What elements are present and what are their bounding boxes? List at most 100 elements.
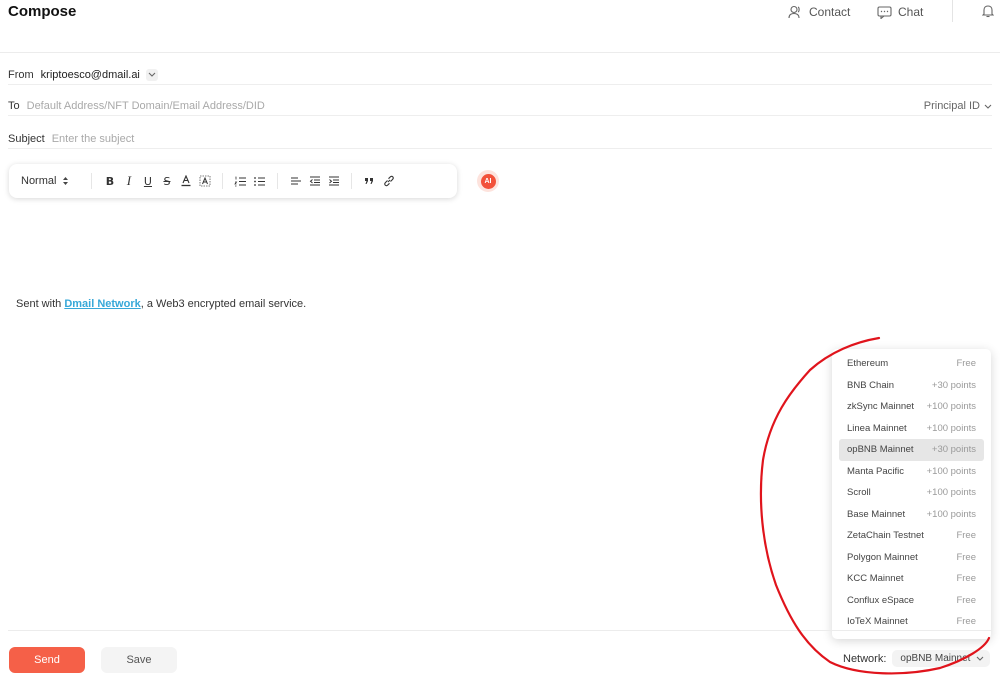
save-button[interactable]: Save: [101, 647, 177, 673]
network-option-points: Free: [956, 530, 976, 542]
footer-divider: [8, 630, 992, 631]
from-label: From: [8, 68, 34, 81]
ordered-list-button[interactable]: [231, 171, 250, 191]
network-option-points: +100 points: [926, 401, 976, 413]
contact-button[interactable]: Contact: [788, 5, 850, 19]
network-option-points: Free: [956, 594, 976, 606]
chat-button[interactable]: Chat: [877, 5, 923, 19]
network-option[interactable]: Scroll +100 points: [839, 482, 984, 504]
from-dropdown-button[interactable]: [145, 68, 158, 81]
network-selector: Network: opBNB Mainnet: [843, 650, 991, 667]
network-option[interactable]: ZetaChain Testnet Free: [839, 525, 984, 547]
network-option[interactable]: KCC Mainnet Free: [839, 568, 984, 590]
toolbar-divider: [351, 173, 353, 189]
chat-label: Chat: [898, 5, 924, 19]
network-option-name: Manta Pacific: [847, 465, 905, 477]
indent-button[interactable]: [324, 171, 343, 191]
network-option-points: +100 points: [926, 508, 976, 520]
ai-icon: AI: [480, 173, 496, 189]
chevron-down-icon: [148, 72, 156, 77]
signature-prefix: Sent with: [16, 298, 65, 310]
bullet-list-icon: [254, 176, 266, 186]
network-option-name: Ethereum: [847, 358, 889, 370]
chevron-down-icon: [977, 656, 984, 661]
editor-toolbar: Normal B I U S: [9, 164, 457, 198]
subject-input[interactable]: [51, 132, 652, 145]
format-select-value: Normal: [21, 175, 57, 187]
network-option-name: Base Mainnet: [847, 508, 906, 520]
network-option-points: Free: [956, 551, 976, 563]
to-label: To: [8, 99, 20, 112]
network-option-name: KCC Mainnet: [847, 573, 904, 585]
underline-button[interactable]: U: [138, 171, 157, 191]
network-option-points: +100 points: [926, 465, 976, 477]
network-option-points: +100 points: [926, 422, 976, 434]
link-button[interactable]: [379, 171, 398, 191]
network-option-points: Free: [956, 616, 976, 628]
network-option-name: Conflux eSpace: [847, 594, 915, 606]
signature-suffix: , a Web3 encrypted email service.: [140, 298, 307, 310]
from-address: kriptoesco@dmail.ai: [40, 68, 140, 81]
format-select[interactable]: Normal: [21, 175, 69, 187]
network-option-points: +30 points: [931, 444, 976, 456]
network-option-name: opBNB Mainnet: [847, 444, 914, 456]
principal-id-dropdown[interactable]: Principal ID: [924, 100, 992, 112]
sort-arrows-icon: [63, 177, 69, 185]
network-option-points: +30 points: [931, 379, 976, 391]
chat-icon: [877, 5, 892, 19]
subject-row: Subject: [8, 129, 992, 149]
principal-id-label: Principal ID: [923, 100, 980, 112]
quote-icon: [365, 178, 374, 184]
indent-icon: [328, 176, 339, 186]
align-button[interactable]: [286, 171, 305, 191]
network-select[interactable]: opBNB Mainnet: [892, 650, 991, 667]
network-option[interactable]: BNB Chain +30 points: [839, 375, 984, 397]
ordered-list-icon: [234, 176, 247, 186]
network-option[interactable]: Conflux eSpace Free: [839, 590, 984, 612]
to-input[interactable]: [26, 99, 627, 112]
link-icon: [384, 175, 394, 187]
ai-assistant-button[interactable]: AI: [477, 170, 499, 192]
bell-icon[interactable]: [981, 4, 995, 21]
from-row: From kriptoesco@dmail.ai: [8, 65, 992, 85]
toolbar-divider: [277, 173, 279, 189]
subject-label: Subject: [8, 132, 45, 145]
page-title: Compose: [8, 3, 77, 20]
outdent-button[interactable]: [305, 171, 324, 191]
toolbar-divider: [222, 173, 224, 189]
send-button[interactable]: Send: [9, 647, 85, 673]
quote-button[interactable]: [360, 171, 379, 191]
highlight-button[interactable]: [195, 171, 214, 191]
chevron-down-icon: [984, 104, 992, 109]
header-divider: [952, 0, 953, 22]
network-option-points: Free: [956, 573, 976, 585]
network-dropdown-menu: Ethereum Free BNB Chain +30 points zkSync Ma…: [832, 349, 991, 639]
network-option-name: ZetaChain Testnet: [847, 530, 924, 542]
email-signature: Sent with Dmail Network, a Web3 encrypte…: [16, 298, 306, 310]
bullet-list-button[interactable]: [250, 171, 269, 191]
strikethrough-button[interactable]: S: [157, 171, 176, 191]
bold-button[interactable]: B: [100, 171, 119, 191]
network-option[interactable]: zkSync Mainnet +100 points: [839, 396, 984, 418]
network-option[interactable]: Polygon Mainnet Free: [839, 547, 984, 569]
text-color-icon: [181, 175, 191, 187]
network-option-name: zkSync Mainnet: [847, 401, 915, 413]
network-option[interactable]: Ethereum Free: [839, 353, 984, 375]
network-option-points: +100 points: [926, 487, 976, 499]
network-option-name: Scroll: [847, 487, 871, 499]
contact-icon: [788, 5, 803, 19]
text-color-button[interactable]: [176, 171, 195, 191]
network-option[interactable]: Linea Mainnet +100 points: [839, 418, 984, 440]
contact-label: Contact: [809, 5, 851, 19]
network-option[interactable]: Manta Pacific +100 points: [839, 461, 984, 483]
italic-button[interactable]: I: [119, 171, 138, 191]
network-option[interactable]: opBNB Mainnet +30 points: [839, 439, 984, 461]
network-label: Network:: [843, 652, 887, 665]
network-select-value: opBNB Mainnet: [900, 653, 971, 664]
network-option[interactable]: Base Mainnet +100 points: [839, 504, 984, 526]
dmail-network-link[interactable]: Dmail Network: [64, 298, 140, 310]
align-icon: [290, 177, 301, 185]
highlight-icon: [199, 175, 211, 187]
network-option-name: BNB Chain: [847, 379, 894, 391]
network-option-name: IoTeX Mainnet: [847, 616, 908, 628]
